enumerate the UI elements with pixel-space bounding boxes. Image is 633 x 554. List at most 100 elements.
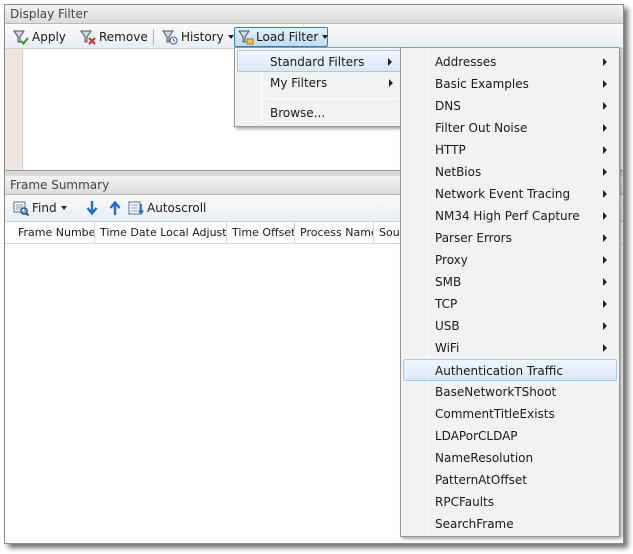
- remove-label: Remove: [99, 30, 148, 44]
- submenu-item-label: USB: [435, 319, 460, 333]
- autoscroll-label: Autoscroll: [147, 201, 207, 215]
- submenu-item-searchframe[interactable]: SearchFrame: [403, 513, 617, 535]
- load-filter-button[interactable]: Load Filter: [234, 27, 329, 47]
- submenu-arrow-icon: [388, 58, 392, 66]
- find-button[interactable]: Find: [9, 198, 70, 218]
- submenu-item-label: SMB: [435, 275, 462, 289]
- submenu-item-label: Addresses: [435, 55, 497, 69]
- submenu-item-label: Authentication Traffic: [435, 364, 563, 378]
- column-time-date-local-adjusted[interactable]: Time Date Local Adjusted: [95, 222, 227, 244]
- submenu-arrow-icon: [603, 212, 607, 220]
- submenu-arrow-icon: [603, 234, 607, 242]
- filter-line-gutter: [5, 49, 23, 170]
- apply-filter-icon: [12, 29, 30, 45]
- submenu-arrow-icon: [603, 146, 607, 154]
- submenu-item-label: LDAPorCLDAP: [435, 429, 518, 443]
- submenu-arrow-icon: [603, 168, 607, 176]
- display-filter-title: Display Filter: [5, 5, 623, 24]
- submenu-item-basic-examples[interactable]: Basic Examples: [403, 73, 617, 95]
- submenu-item-label: Network Event Tracing: [435, 187, 571, 201]
- submenu-item-label: Proxy: [435, 253, 468, 267]
- submenu-item-proxy[interactable]: Proxy: [403, 249, 617, 271]
- submenu-item-label: CommentTitleExists: [435, 407, 555, 421]
- submenu-item-rpcfaults[interactable]: RPCFaults: [403, 491, 617, 513]
- submenu-item-filter-out-noise[interactable]: Filter Out Noise: [403, 117, 617, 139]
- submenu-item-label: PatternAtOffset: [435, 473, 527, 487]
- find-label: Find: [32, 201, 57, 215]
- submenu-item-dns[interactable]: DNS: [403, 95, 617, 117]
- submenu-item-label: Filter Out Noise: [435, 121, 528, 135]
- column-process-name[interactable]: Process Name: [295, 222, 374, 244]
- submenu-item-basenetworktshoot[interactable]: BaseNetworkTShoot: [403, 381, 617, 403]
- remove-filter-icon: [79, 29, 97, 45]
- history-button[interactable]: History: [158, 27, 237, 47]
- submenu-item-label: DNS: [435, 99, 461, 113]
- submenu-arrow-icon: [603, 278, 607, 286]
- submenu-item-label: HTTP: [435, 143, 466, 157]
- submenu-item-label: RPCFaults: [435, 495, 495, 509]
- submenu-item-wifi[interactable]: WiFi: [403, 337, 617, 359]
- submenu-arrow-icon: [603, 322, 607, 330]
- submenu-arrow-icon: [603, 80, 607, 88]
- submenu-item-label: SearchFrame: [435, 517, 514, 531]
- submenu-item-tcp[interactable]: TCP: [403, 293, 617, 315]
- submenu-item-label: NameResolution: [435, 451, 534, 465]
- submenu-item-label: Basic Examples: [435, 77, 529, 91]
- submenu-arrow-icon: [603, 190, 607, 198]
- menu-item-label: My Filters: [270, 76, 328, 90]
- load-filter-dropdown-arrow-icon: [322, 35, 329, 39]
- menu-item-browse[interactable]: Browse...: [237, 102, 403, 124]
- submenu-arrow-icon: [389, 79, 393, 87]
- menu-separator: [265, 98, 401, 99]
- submenu-item-usb[interactable]: USB: [403, 315, 617, 337]
- submenu-item-commenttitleexists[interactable]: CommentTitleExists: [403, 403, 617, 425]
- find-dropdown-arrow-icon: [60, 206, 67, 210]
- autoscroll-icon: [127, 200, 145, 216]
- find-icon: [12, 200, 30, 216]
- load-filter-menu: Standard Filters My Filters Browse...: [234, 47, 406, 127]
- history-dropdown-arrow-icon: [227, 35, 234, 39]
- apply-label: Apply: [32, 30, 66, 44]
- submenu-item-label: TCP: [435, 297, 458, 311]
- submenu-item-label: Parser Errors: [435, 231, 512, 245]
- standard-filters-submenu: Addresses Basic Examples DNS Filter Out Noi…: [400, 47, 620, 537]
- autoscroll-toggle[interactable]: Autoscroll: [124, 198, 209, 218]
- submenu-item-addresses[interactable]: Addresses: [403, 51, 617, 73]
- submenu-item-nm34-high-perf-capture[interactable]: NM34 High Perf Capture: [403, 205, 617, 227]
- menu-item-standard-filters[interactable]: Standard Filters: [237, 50, 403, 72]
- submenu-item-network-event-tracing[interactable]: Network Event Tracing: [403, 183, 617, 205]
- submenu-item-label: WiFi: [435, 341, 460, 355]
- column-time-offset[interactable]: Time Offset: [227, 222, 295, 244]
- menu-item-my-filters[interactable]: My Filters: [237, 72, 403, 94]
- apply-button[interactable]: Apply: [9, 27, 69, 47]
- submenu-arrow-icon: [603, 300, 607, 308]
- load-filter-icon: [238, 29, 254, 45]
- submenu-item-label: BaseNetworkTShoot: [435, 385, 557, 399]
- load-filter-label: Load Filter: [256, 30, 319, 44]
- submenu-arrow-icon: [603, 256, 607, 264]
- column-frame-number[interactable]: Frame Number: [13, 222, 95, 244]
- submenu-item-ldaporcldap[interactable]: LDAPorCLDAP: [403, 425, 617, 447]
- display-filter-toolbar: Apply Remove History Load Filter: [5, 25, 623, 49]
- history-label: History: [181, 30, 224, 44]
- submenu-item-label: NetBios: [435, 165, 482, 179]
- submenu-item-nameresolution[interactable]: NameResolution: [403, 447, 617, 469]
- menu-item-label: Browse...: [270, 106, 326, 120]
- submenu-item-parser-errors[interactable]: Parser Errors: [403, 227, 617, 249]
- arrow-down-icon: [83, 200, 101, 216]
- submenu-arrow-icon: [603, 102, 607, 110]
- toolbar-separator: [153, 29, 154, 45]
- arrow-up-icon: [106, 200, 124, 216]
- submenu-arrow-icon: [603, 124, 607, 132]
- menu-item-label: Standard Filters: [270, 55, 365, 69]
- submenu-item-patternatoffset[interactable]: PatternAtOffset: [403, 469, 617, 491]
- submenu-item-label: NM34 High Perf Capture: [435, 209, 580, 223]
- history-filter-icon: [161, 29, 179, 45]
- submenu-arrow-icon: [603, 58, 607, 66]
- submenu-item-smb[interactable]: SMB: [403, 271, 617, 293]
- submenu-arrow-icon: [603, 344, 607, 352]
- submenu-item-http[interactable]: HTTP: [403, 139, 617, 161]
- submenu-item-netbios[interactable]: NetBios: [403, 161, 617, 183]
- submenu-item-authentication-traffic[interactable]: Authentication Traffic: [403, 359, 617, 381]
- remove-button[interactable]: Remove: [76, 27, 151, 47]
